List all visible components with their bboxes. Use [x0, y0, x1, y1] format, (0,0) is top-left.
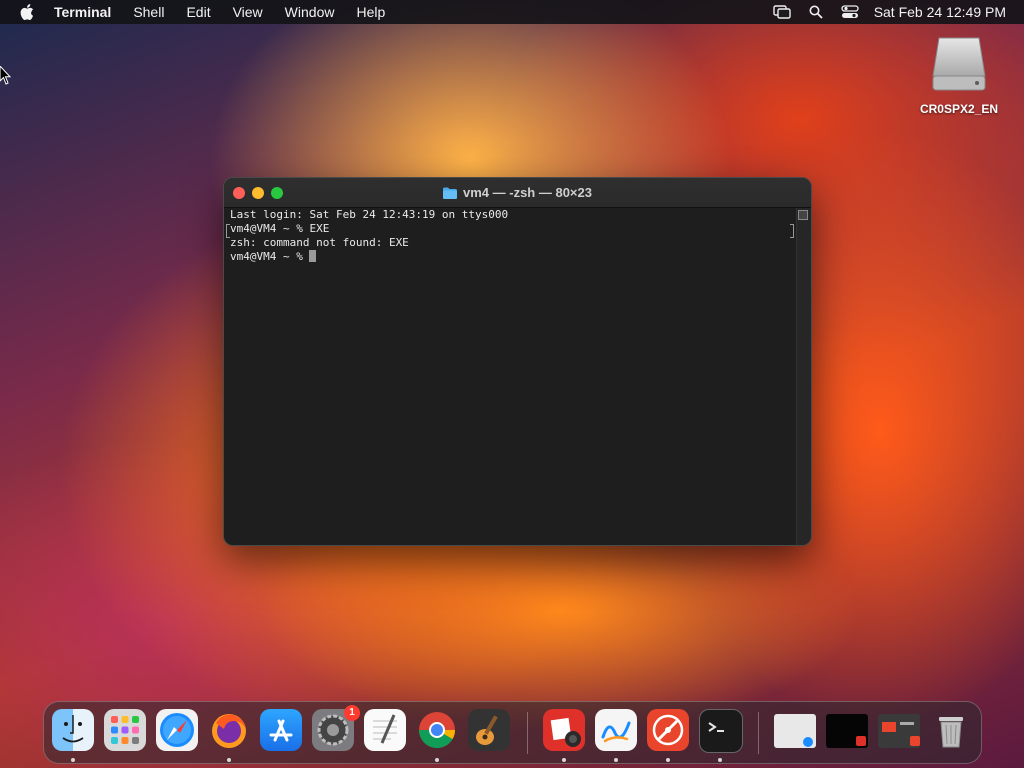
- menu-help[interactable]: Help: [345, 0, 396, 24]
- desktop-disk[interactable]: CR0SPX2_EN: [910, 34, 1008, 116]
- menu-view[interactable]: View: [222, 0, 274, 24]
- terminal-window[interactable]: vm4 — -zsh — 80×23 Last login: Sat Feb 2…: [223, 177, 812, 546]
- trash-icon[interactable]: [930, 709, 972, 751]
- notification-badge: 1: [344, 705, 360, 721]
- menu-app-terminal[interactable]: Terminal: [43, 0, 122, 24]
- vertical-scrollbar[interactable]: [796, 208, 811, 545]
- disk-label: CR0SPX2_EN: [919, 102, 999, 116]
- minimized-window-icon[interactable]: [878, 714, 920, 748]
- photo-booth-icon[interactable]: [543, 709, 585, 751]
- menu-bar: Terminal Shell Edit View Window Help Sat…: [0, 0, 1024, 24]
- terminal-output[interactable]: Last login: Sat Feb 24 12:43:19 on ttys0…: [224, 208, 807, 545]
- safari-icon[interactable]: [156, 709, 198, 751]
- textedit-icon[interactable]: [364, 709, 406, 751]
- terminal-titlebar[interactable]: vm4 — -zsh — 80×23: [224, 178, 811, 208]
- running-indicator: [435, 758, 439, 762]
- running-indicator: [562, 758, 566, 762]
- running-indicator: [614, 758, 618, 762]
- app-store-icon[interactable]: [260, 709, 302, 751]
- terminal-prompt-line: vm4@VM4 ~ %: [230, 250, 801, 264]
- window-title-text: vm4 — -zsh — 80×23: [463, 185, 592, 200]
- screen-mirroring-icon[interactable]: [772, 2, 792, 22]
- split-pane-button[interactable]: [798, 210, 808, 220]
- spotlight-search-icon[interactable]: [806, 2, 826, 22]
- running-indicator: [666, 758, 670, 762]
- running-indicator: [227, 758, 231, 762]
- dock-separator: [527, 712, 528, 754]
- minimized-window-icon[interactable]: [826, 714, 868, 748]
- running-indicator: [71, 758, 75, 762]
- terminal-icon[interactable]: [699, 709, 743, 753]
- menu-edit[interactable]: Edit: [175, 0, 221, 24]
- window-title: vm4 — -zsh — 80×23: [224, 178, 811, 207]
- dock-separator: [758, 712, 759, 754]
- terminal-line: zsh: command not found: EXE: [230, 236, 409, 249]
- launchpad-icon[interactable]: [104, 709, 146, 751]
- system-settings-icon[interactable]: 1: [312, 705, 360, 751]
- selection-mark-right: [790, 224, 794, 238]
- menu-bar-clock[interactable]: Sat Feb 24 12:49 PM: [874, 4, 1006, 20]
- minimized-window-icon[interactable]: [774, 714, 816, 748]
- terminal-line: vm4@VM4 ~ % EXE: [230, 222, 330, 235]
- compass-icon[interactable]: [647, 709, 689, 751]
- running-indicator: [718, 758, 722, 762]
- text-cursor: [309, 250, 317, 262]
- freeform-icon[interactable]: [595, 709, 637, 751]
- selection-mark-left: [226, 224, 230, 238]
- chrome-icon[interactable]: [416, 709, 458, 751]
- finder-icon[interactable]: [52, 709, 94, 751]
- mouse-cursor-icon: [0, 65, 12, 86]
- folder-icon: [443, 187, 457, 199]
- apple-icon[interactable]: [15, 0, 39, 24]
- menu-window[interactable]: Window: [274, 0, 346, 24]
- menu-shell[interactable]: Shell: [122, 0, 175, 24]
- control-center-icon[interactable]: [840, 2, 860, 22]
- firefox-icon[interactable]: [208, 709, 250, 751]
- terminal-prompt: vm4@VM4 ~ %: [230, 250, 310, 263]
- terminal-line: Last login: Sat Feb 24 12:43:19 on ttys0…: [230, 208, 509, 221]
- dock: 1: [43, 701, 982, 764]
- garageband-icon[interactable]: [468, 709, 510, 751]
- external-disk-icon: [931, 34, 987, 92]
